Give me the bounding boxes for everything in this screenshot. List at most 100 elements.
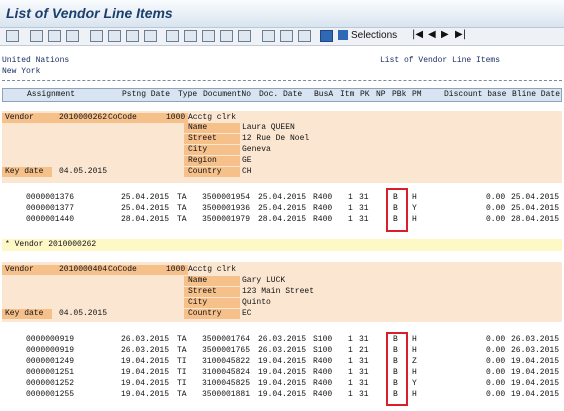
assignment-cell: 0000000919 [26, 335, 75, 344]
pm-cell: H [412, 335, 417, 344]
docno-cell[interactable]: 3500001954 [202, 193, 250, 202]
vendor-number[interactable]: 2010000262 [59, 113, 107, 122]
col-pbk[interactable]: PBk [392, 90, 406, 99]
selections-label: Selections [351, 30, 398, 41]
docdate-cell: 28.04.2015 [258, 215, 307, 224]
pk-cell: 31 [359, 215, 369, 224]
assignment-cell: 0000000919 [26, 346, 75, 355]
docdate-cell: 26.03.2015 [258, 335, 307, 344]
col-document-no[interactable]: DocumentNo [203, 90, 251, 99]
col-doc-date[interactable]: Doc. Date [259, 90, 302, 99]
col-pk[interactable]: PK [360, 90, 370, 99]
busa-cell: S100 [313, 335, 333, 344]
table-row[interactable]: 0000001249 19.04.2015 TI 3100045822 19.0… [2, 357, 562, 367]
vendor-number[interactable]: 2010000404 [59, 265, 107, 274]
table-row[interactable]: 0000001377 25.04.2015 TA 3500001936 25.0… [2, 204, 562, 214]
cocode-value: 1000 [166, 113, 186, 122]
type-cell: TA [177, 346, 187, 355]
selections-button[interactable]: Selections [338, 30, 397, 42]
col-discount-base[interactable]: Discount base [444, 90, 506, 99]
discount-cell: 0.00 [486, 204, 506, 213]
keydate-value: 04.05.2015 [59, 167, 108, 176]
graphic-icon[interactable] [202, 30, 215, 42]
discount-cell: 0.00 [486, 390, 506, 399]
info-icon[interactable] [320, 30, 333, 42]
docno-cell[interactable]: 3500001936 [202, 204, 250, 213]
table-row[interactable]: 0000001376 25.04.2015 TA 3500001954 25.0… [2, 193, 562, 203]
subtotal-icon[interactable] [108, 30, 121, 42]
assignment-cell: 0000001251 [26, 368, 75, 377]
country-label: Country [188, 309, 222, 318]
name-value: Gary LUCK [242, 276, 286, 285]
docno-cell[interactable]: 3100045825 [202, 379, 250, 388]
col-itm[interactable]: Itm [340, 90, 354, 99]
docno-cell[interactable]: 3500001979 [202, 215, 250, 224]
previous-page-button[interactable]: ◀ [428, 29, 436, 40]
word-processing-icon[interactable] [238, 30, 251, 42]
vendor-label: Vendor [5, 265, 34, 274]
region-label: Region [188, 156, 217, 165]
filter-icon[interactable] [66, 30, 79, 42]
keydate-label: Key date [5, 309, 44, 318]
city-label: City [188, 298, 208, 307]
first-page-button[interactable]: |◀ [412, 29, 423, 40]
export-icon[interactable] [166, 30, 179, 42]
change-layout-icon[interactable] [280, 30, 293, 42]
abc-analysis-icon[interactable] [220, 30, 233, 42]
layout-icon[interactable] [262, 30, 275, 42]
region-value: GE [242, 156, 252, 165]
mail-icon[interactable] [184, 30, 197, 42]
pstng-date-cell: 19.04.2015 [121, 368, 170, 377]
col-np[interactable]: NP [376, 90, 386, 99]
col-bline-date[interactable]: Bline Date [512, 90, 560, 99]
col-pm[interactable]: PM [412, 90, 422, 99]
itm-cell: 1 [348, 357, 353, 366]
docdate-cell: 19.04.2015 [258, 357, 307, 366]
country-value: EC [242, 309, 252, 318]
pk-cell: 31 [359, 204, 369, 213]
display-icon[interactable] [6, 30, 19, 42]
table-row[interactable]: 0000000919 26.03.2015 TA 3500001764 26.0… [2, 335, 562, 345]
busa-cell: R400 [313, 193, 333, 202]
docno-cell[interactable]: 3100045822 [202, 357, 250, 366]
last-page-button[interactable]: ▶| [455, 29, 466, 40]
docdate-cell: 26.03.2015 [258, 346, 307, 355]
cocode-label: CoCode [108, 265, 137, 274]
type-cell: TI [177, 368, 187, 377]
docno-cell[interactable]: 3500001881 [202, 390, 250, 399]
table-row[interactable]: 0000000919 26.03.2015 TA 3500001765 26.0… [2, 346, 562, 356]
itm-cell: 1 [348, 346, 353, 355]
name-label: Name [188, 276, 208, 285]
itm-cell: 1 [348, 204, 353, 213]
vendor-street-row: Street 12 Rue De Noel [2, 134, 562, 144]
next-page-button[interactable]: ▶ [441, 29, 449, 40]
pbk-highlight-box [386, 332, 408, 406]
type-cell: TA [177, 215, 187, 224]
docdate-cell: 25.04.2015 [258, 204, 307, 213]
table-row[interactable]: 0000001251 19.04.2015 TI 3100045824 19.0… [2, 368, 562, 378]
col-pstng-date[interactable]: Pstng Date [122, 90, 170, 99]
vendor-total-row: * Vendor 2010000262 [2, 239, 562, 251]
save-layout-icon[interactable] [298, 30, 311, 42]
print-icon[interactable] [30, 30, 43, 42]
docno-cell[interactable]: 3500001765 [202, 346, 250, 355]
assignment-cell: 0000001377 [26, 204, 75, 213]
table-row[interactable]: 0000001252 19.04.2015 TI 3100045825 19.0… [2, 379, 562, 389]
pk-cell: 21 [359, 346, 369, 355]
col-assignment[interactable]: Assignment [27, 90, 75, 99]
table-row[interactable]: 0000001440 28.04.2015 TA 3500001979 28.0… [2, 215, 562, 225]
docno-cell[interactable]: 3100045824 [202, 368, 250, 377]
discount-cell: 0.00 [486, 368, 506, 377]
col-busa[interactable]: BusA [314, 90, 333, 99]
docno-cell[interactable]: 3500001764 [202, 335, 250, 344]
sort-icon[interactable] [126, 30, 139, 42]
keydate-value: 04.05.2015 [59, 309, 108, 318]
col-type[interactable]: Type [178, 90, 197, 99]
find-icon[interactable] [48, 30, 61, 42]
docdate-cell: 19.04.2015 [258, 379, 307, 388]
itm-cell: 1 [348, 368, 353, 377]
table-row[interactable]: 0000001255 19.04.2015 TA 3500001881 19.0… [2, 390, 562, 400]
details-icon[interactable] [144, 30, 157, 42]
sum-icon[interactable] [90, 30, 103, 42]
keydate-label: Key date [5, 167, 44, 176]
